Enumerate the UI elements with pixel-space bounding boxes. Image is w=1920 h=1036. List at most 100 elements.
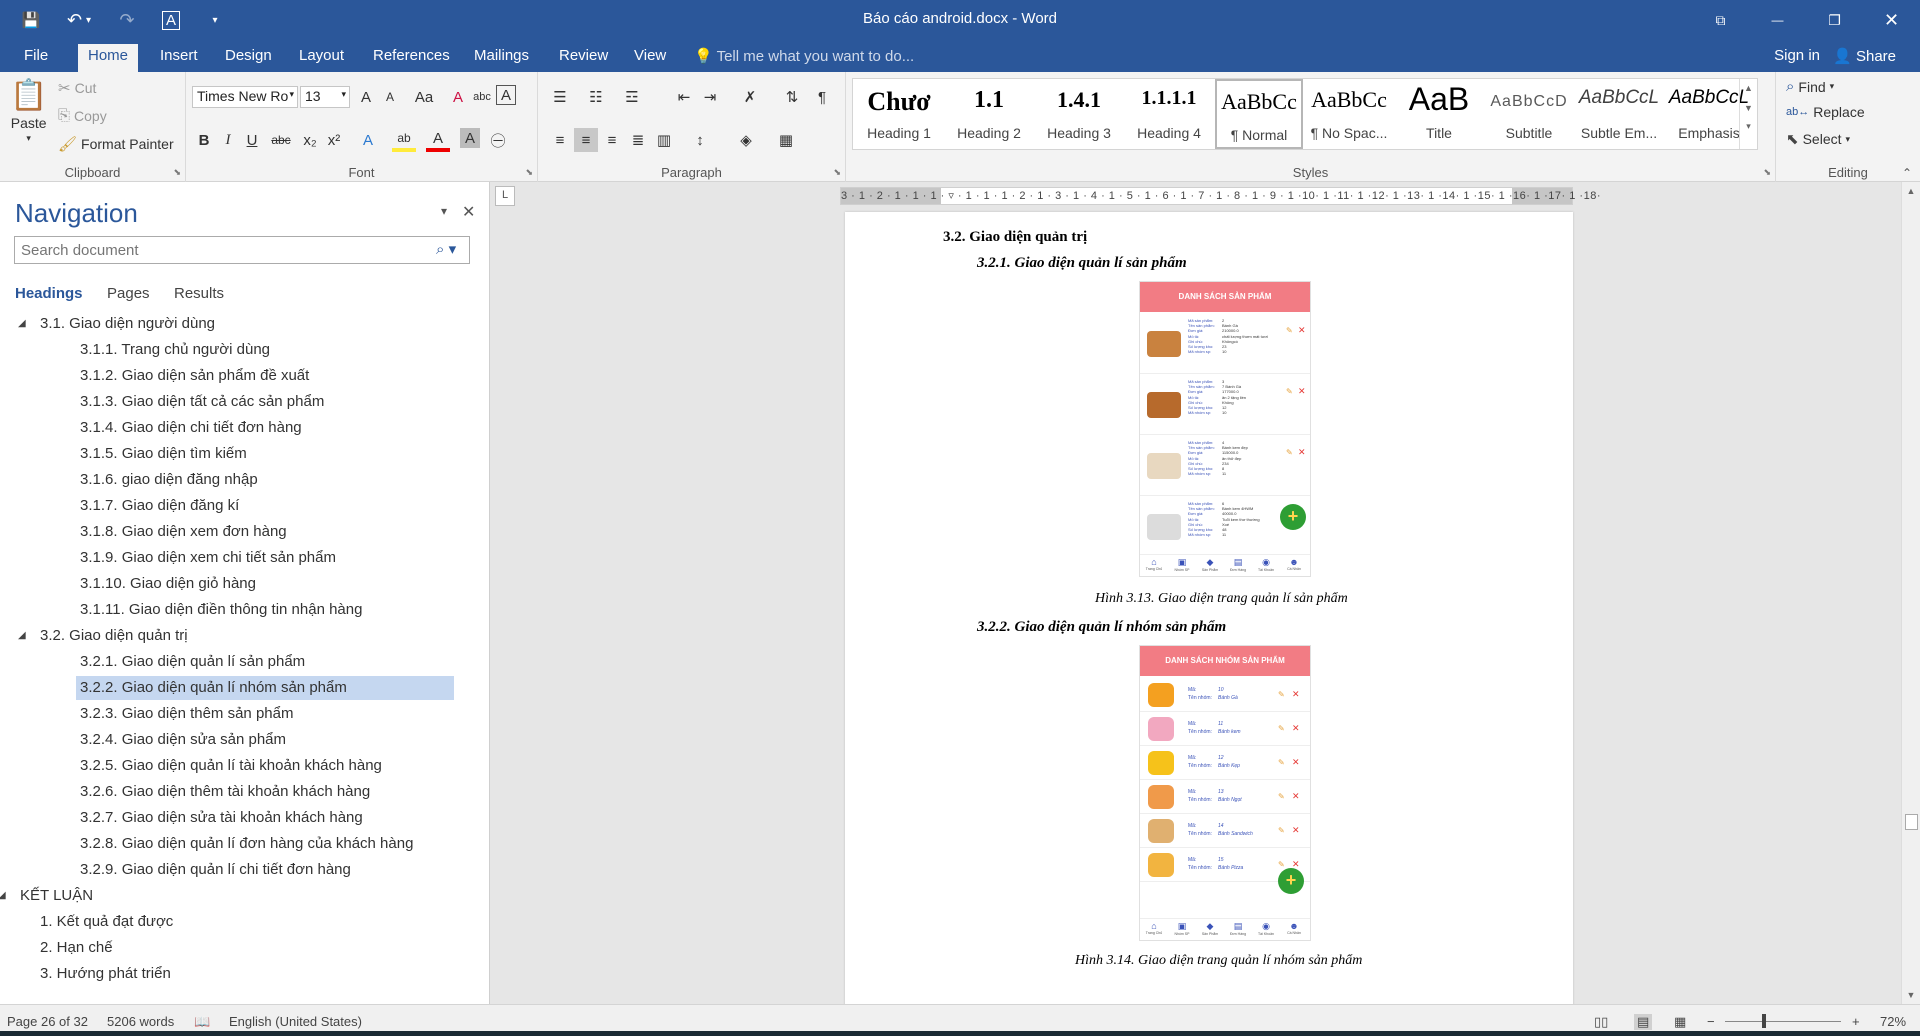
nav-heading-item[interactable]: 3.1.8. Giao diện xem đơn hàng — [76, 520, 287, 544]
nav-heading-item[interactable]: 3.1.1. Trang chủ người dùng — [76, 338, 270, 362]
vertical-scrollbar[interactable]: ▲ ▼ — [1901, 182, 1920, 1004]
close-pane-icon[interactable]: ✕ — [462, 202, 475, 222]
clear-formatting-icon[interactable]: A — [446, 85, 470, 109]
styles-scroll[interactable]: ▲ ▼ ▾ — [1739, 79, 1757, 149]
zoom-out-icon[interactable]: − — [1707, 1014, 1715, 1029]
paragraph-launcher-icon[interactable]: ⬊ — [833, 167, 841, 178]
enclose-characters-icon[interactable]: ㊀ — [486, 128, 510, 152]
clipboard-launcher-icon[interactable]: ⬊ — [173, 167, 181, 178]
nav-heading-item[interactable]: 1. Kết quả đạt được — [36, 910, 173, 934]
styles-more-icon[interactable]: ▾ — [1740, 121, 1757, 132]
bold-icon[interactable]: B — [192, 128, 216, 152]
document-area[interactable]: 3.2. Giao diện quản trị 3.2.1. Giao diện… — [491, 206, 1901, 1004]
grow-font-icon[interactable]: A — [354, 85, 378, 109]
nav-heading-item[interactable]: 3.2.8. Giao diện quản lí đơn hàng của kh… — [76, 832, 413, 856]
nav-tab-headings[interactable]: Headings — [15, 285, 83, 302]
style-heading-1[interactable]: Chươ Heading 1 — [855, 79, 943, 149]
line-spacing-icon[interactable]: ↕ — [688, 128, 712, 152]
font-family-select[interactable]: Times New Ro ▾ — [192, 86, 298, 108]
heading-3-2[interactable]: 3.2. Giao diện quản trị — [943, 229, 1087, 246]
nav-heading-item[interactable]: 3.2.1. Giao diện quản lí sản phẩm — [76, 650, 305, 674]
superscript-icon[interactable]: x² — [322, 128, 346, 152]
nav-heading-item[interactable]: 3.1.5. Giao diện tìm kiếm — [76, 442, 247, 466]
search-document-input[interactable] — [14, 236, 470, 264]
style-heading-4[interactable]: 1.1.1.1 Heading 4 — [1125, 79, 1213, 149]
document-page[interactable]: 3.2. Giao diện quản trị 3.2.1. Giao diện… — [845, 212, 1573, 1004]
sign-in-link[interactable]: Sign in — [1774, 47, 1820, 64]
cut-button[interactable]: ✂ Cut — [58, 79, 96, 97]
word-count[interactable]: 5206 words — [107, 1014, 174, 1029]
horizontal-ruler[interactable]: 3 · 1 · 2 · 1 · 1 · 1 · ▿ · 1 · 1 · 1 · … — [840, 187, 1600, 205]
scroll-thumb[interactable] — [1905, 814, 1918, 830]
caption-3-14[interactable]: Hình 3.14. Giao diện trang quản lí nhóm … — [1075, 953, 1362, 969]
replace-button[interactable]: ab↔ Replace — [1786, 104, 1865, 120]
asian-layout-icon[interactable]: ✗ — [738, 85, 762, 109]
justify-icon[interactable]: ≣ — [626, 128, 650, 152]
show-formatting-marks-icon[interactable]: ¶ — [810, 85, 834, 109]
tab-references[interactable]: References — [363, 46, 460, 72]
tab-insert[interactable]: Insert — [150, 46, 208, 72]
nav-heading-item[interactable]: 3.1.2. Giao diện sản phẩm đề xuất — [76, 364, 309, 388]
character-shading-icon[interactable]: A — [460, 128, 480, 148]
find-button[interactable]: ⌕ Find ▾ — [1786, 78, 1834, 95]
nav-heading-item[interactable]: 3.1.10. Giao diện giỏ hàng — [76, 572, 256, 596]
distributed-icon[interactable]: ▥ — [652, 128, 676, 152]
character-border-icon[interactable]: A — [496, 85, 516, 105]
pane-options-icon[interactable]: ▾ — [441, 204, 447, 218]
highlight-icon[interactable]: ab — [392, 128, 416, 152]
nav-heading-item[interactable]: 3.1.3. Giao diện tất cả các sản phẩm — [76, 390, 324, 414]
align-left-icon[interactable]: ≡ — [548, 128, 572, 152]
font-launcher-icon[interactable]: ⬊ — [525, 167, 533, 178]
nav-tab-results[interactable]: Results — [174, 285, 224, 302]
proofing-icon[interactable]: 📖 — [194, 1014, 210, 1030]
search-icon[interactable]: ⌕ ▾ — [436, 240, 456, 258]
borders-icon[interactable]: ▦ — [774, 128, 798, 152]
style-subtle-emphasis[interactable]: AaBbCcL Subtle Em... — [1575, 79, 1663, 149]
language[interactable]: English (United States) — [229, 1014, 362, 1029]
zoom-in-icon[interactable]: + — [1852, 1014, 1860, 1029]
styles-scroll-up-icon[interactable]: ▲ — [1740, 83, 1757, 93]
nav-heading-item[interactable]: 3.2.2. Giao diện quản lí nhóm sản phẩm — [76, 676, 454, 700]
collapse-triangle-icon[interactable]: ◢ — [0, 890, 6, 901]
nav-heading-item[interactable]: 3.2.9. Giao diện quản lí chi tiết đơn hà… — [76, 858, 351, 882]
print-layout-icon[interactable]: ▤ — [1634, 1014, 1653, 1030]
minimize-icon[interactable]: — — [1749, 0, 1806, 40]
paste-button[interactable]: 📋 Paste ▾ — [10, 78, 47, 144]
nav-heading-item[interactable]: 3.2.7. Giao diện sửa tài khoản khách hàn… — [76, 806, 363, 830]
align-right-icon[interactable]: ≡ — [600, 128, 624, 152]
nav-heading-item[interactable]: 3.2.5. Giao diện quản lí tài khoản khách… — [76, 754, 382, 778]
share-button[interactable]: 👤 Share — [1833, 47, 1896, 65]
underline-icon[interactable]: U — [240, 128, 264, 152]
product-group-management-screenshot[interactable]: DANH SÁCH NHÓM SẢN PHẨM Mã: 10 Tên nhóm: Bá… — [1139, 645, 1311, 941]
nav-tab-pages[interactable]: Pages — [107, 285, 150, 302]
italic-icon[interactable]: I — [216, 128, 240, 152]
shrink-font-icon[interactable]: A — [378, 85, 402, 109]
tab-review[interactable]: Review — [549, 46, 618, 72]
font-color-icon[interactable]: A — [426, 128, 450, 152]
zoom-slider-thumb[interactable] — [1762, 1014, 1767, 1028]
bullets-icon[interactable]: ☰ — [548, 85, 572, 109]
nav-heading-item[interactable]: 3. Hướng phát triển — [36, 962, 171, 986]
nav-heading-item[interactable]: 3.1.6. giao diện đăng nhập — [76, 468, 258, 492]
style-normal[interactable]: AaBbCc ¶ Normal — [1215, 79, 1303, 149]
nav-heading-item[interactable]: 3.1.11. Giao diện điền thông tin nhận hà… — [76, 598, 362, 622]
web-layout-icon[interactable]: ▦ — [1674, 1014, 1686, 1030]
scroll-down-icon[interactable]: ▼ — [1902, 990, 1920, 1000]
collapse-ribbon-icon[interactable]: ⌃ — [1902, 166, 1912, 180]
collapse-triangle-icon[interactable]: ◢ — [18, 630, 26, 641]
zoom-slider[interactable] — [1725, 1021, 1841, 1022]
tab-selector[interactable]: L — [495, 186, 515, 206]
page-count[interactable]: Page 26 of 32 — [7, 1014, 88, 1029]
styles-scroll-down-icon[interactable]: ▼ — [1740, 103, 1757, 113]
read-mode-icon[interactable]: ▯▯ — [1594, 1014, 1608, 1030]
nav-heading-item[interactable]: 3.2.4. Giao diện sửa sản phẩm — [76, 728, 286, 752]
select-button[interactable]: ⬉ Select ▾ — [1786, 130, 1850, 148]
style-title[interactable]: AaB Title — [1395, 79, 1483, 149]
ribbon-display-options-icon[interactable]: ⧉ — [1692, 0, 1749, 40]
close-icon[interactable]: ✕ — [1863, 0, 1920, 40]
shading-icon[interactable]: ◈ — [734, 128, 758, 152]
nav-heading-item[interactable]: 3.1. Giao diện người dùng — [36, 312, 215, 336]
tab-mailings[interactable]: Mailings — [464, 46, 539, 72]
tab-home[interactable]: Home — [78, 44, 139, 72]
nav-heading-item[interactable]: 3.1.7. Giao diện đăng kí — [76, 494, 239, 518]
